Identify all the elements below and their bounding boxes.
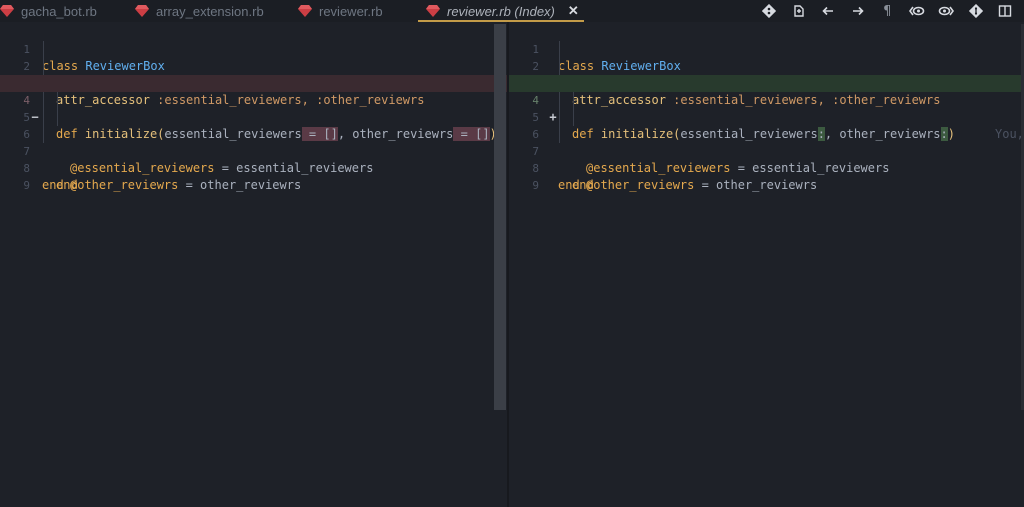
tab-reviewer[interactable]: reviewer.rb [298, 0, 418, 22]
tab-reviewer-index[interactable]: reviewer.rb (Index) ✕ [418, 0, 584, 22]
code-line: 3 [509, 58, 1024, 90]
line-number: 9 [23, 179, 30, 192]
code-line: 1 class ReviewerBox [509, 24, 1024, 73]
instance-var: @other_reviewrs [586, 178, 695, 192]
code-line: 7 end [0, 126, 508, 192]
code-line: 6 @other_reviewrs = other_reviewrs [0, 109, 508, 192]
tab-label: reviewer.rb [319, 3, 383, 19]
code-line: 6 @other_reviewrs = other_reviewrs [509, 109, 1024, 192]
code-line: 2 attr_accessor :essential_reviewers, :o… [509, 41, 1024, 107]
ruby-file-icon [0, 5, 14, 17]
code-line: 9 [0, 160, 508, 192]
instance-var: @other_reviewrs [70, 178, 179, 192]
open-file-icon[interactable] [784, 0, 814, 22]
close-tab-icon[interactable]: ✕ [568, 3, 579, 19]
diff-right-pane[interactable]: 1 class ReviewerBox 2 attr_accessor :ess… [509, 24, 1024, 507]
added-line: 4 + def initialize(essential_reviewers:,… [509, 75, 1024, 141]
prev-change-icon[interactable] [902, 0, 932, 22]
pilcrow-icon[interactable]: ¶ [873, 0, 903, 22]
arrow-right-icon[interactable] [843, 0, 873, 22]
tab-label: reviewer.rb (Index) [447, 3, 555, 19]
removed-line: 4 − def initialize(essential_reviewers =… [0, 75, 508, 141]
tab-gacha-bot[interactable]: gacha_bot.rb [0, 0, 135, 22]
ruby-file-icon [135, 5, 149, 17]
next-change-icon[interactable] [932, 0, 962, 22]
line-number: 9 [532, 179, 539, 192]
arrow-left-icon[interactable] [814, 0, 844, 22]
code-line: 9 [509, 160, 1024, 192]
ruby-file-icon [298, 5, 312, 17]
code-editor-left[interactable]: 1 class ReviewerBox 2 attr_accessor :ess… [0, 24, 508, 192]
tab-bar: gacha_bot.rb array_extension.rb reviewer… [0, 0, 1024, 22]
code-line: 7 end [509, 126, 1024, 192]
tab-label: array_extension.rb [156, 3, 264, 19]
editor-toolbar: ¶ [755, 0, 1021, 22]
tab-array-extension[interactable]: array_extension.rb [135, 0, 298, 22]
tab-list: gacha_bot.rb array_extension.rb reviewer… [0, 0, 584, 22]
git-icon[interactable] [961, 0, 991, 22]
code-editor-right[interactable]: 1 class ReviewerBox 2 attr_accessor :ess… [509, 24, 1024, 192]
code-line: 8 end [509, 143, 1024, 192]
assignment: = other_reviewrs [694, 178, 818, 192]
split-editor-icon[interactable] [991, 0, 1021, 22]
left-scrollbar[interactable] [494, 24, 506, 410]
code-line: 8 end [0, 143, 508, 192]
code-line: 2 attr_accessor :essential_reviewers, :o… [0, 41, 508, 107]
assignment: = other_reviewrs [178, 178, 302, 192]
tab-label: gacha_bot.rb [21, 3, 97, 19]
ruby-file-icon [426, 5, 440, 17]
git-diff-icon[interactable] [755, 0, 785, 22]
code-line: 5 @essential_reviewers = essential_revie… [0, 92, 508, 175]
editor-window: gacha_bot.rb array_extension.rb reviewer… [0, 0, 1024, 507]
diff-left-pane[interactable]: 1 class ReviewerBox 2 attr_accessor :ess… [0, 24, 508, 507]
code-line: 5 @essential_reviewers = essential_revie… [509, 92, 1024, 175]
code-line: 1 class ReviewerBox [0, 24, 508, 73]
code-line: 3 [0, 58, 508, 90]
